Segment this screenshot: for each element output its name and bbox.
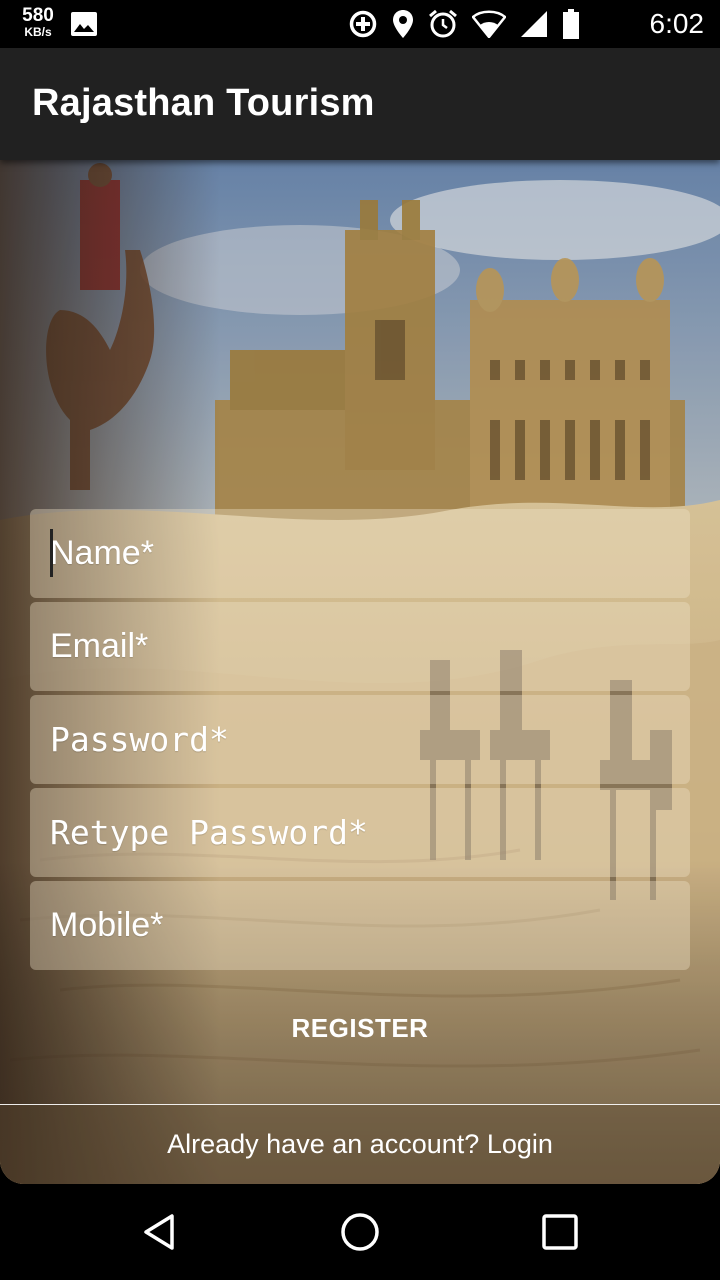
navigation-bar xyxy=(0,1184,720,1280)
mobile-field[interactable]: Mobile* xyxy=(30,881,690,970)
battery-icon xyxy=(563,9,579,39)
text-cursor xyxy=(50,529,53,577)
back-icon[interactable] xyxy=(138,1210,182,1254)
password-field[interactable]: Password* xyxy=(30,695,690,784)
login-link-bar[interactable]: Already have an account? Login xyxy=(0,1104,720,1184)
home-icon[interactable] xyxy=(338,1210,382,1254)
register-screen: Name* Email* Password* Retype Password* … xyxy=(0,160,720,1184)
alarm-icon xyxy=(429,9,457,38)
image-icon xyxy=(71,12,97,36)
email-placeholder: Email* xyxy=(50,627,149,665)
wifi-icon xyxy=(472,10,506,38)
name-field[interactable]: Name* xyxy=(30,509,690,598)
signal-icon xyxy=(521,11,547,37)
registration-form: Name* Email* Password* Retype Password* … xyxy=(30,509,690,974)
location-icon xyxy=(393,10,413,38)
email-field[interactable]: Email* xyxy=(30,602,690,691)
status-bar: 580 KB/s 6:02 xyxy=(0,0,720,48)
retype-password-field[interactable]: Retype Password* xyxy=(30,788,690,877)
network-speed-value: 580 xyxy=(22,5,54,26)
network-speed-unit: KB/s xyxy=(24,25,52,39)
login-link[interactable]: Already have an account? Login xyxy=(167,1129,553,1160)
app-title: Rajasthan Tourism xyxy=(32,82,375,124)
password-placeholder: Password* xyxy=(50,720,229,759)
register-button[interactable]: REGISTER xyxy=(260,1000,460,1056)
data-saver-icon xyxy=(349,10,377,38)
app-bar: Rajasthan Tourism xyxy=(0,48,720,160)
network-speed-indicator: 580 KB/s xyxy=(18,6,58,38)
name-placeholder: Name* xyxy=(50,534,154,572)
status-time: 6:02 xyxy=(649,8,705,39)
screen: 580 KB/s 6:02 Rajasthan Tourism Name* Em… xyxy=(0,0,720,1280)
mobile-placeholder: Mobile* xyxy=(50,906,164,944)
status-icons xyxy=(348,8,580,40)
recents-icon[interactable] xyxy=(538,1210,582,1254)
retype-password-placeholder: Retype Password* xyxy=(50,813,368,852)
